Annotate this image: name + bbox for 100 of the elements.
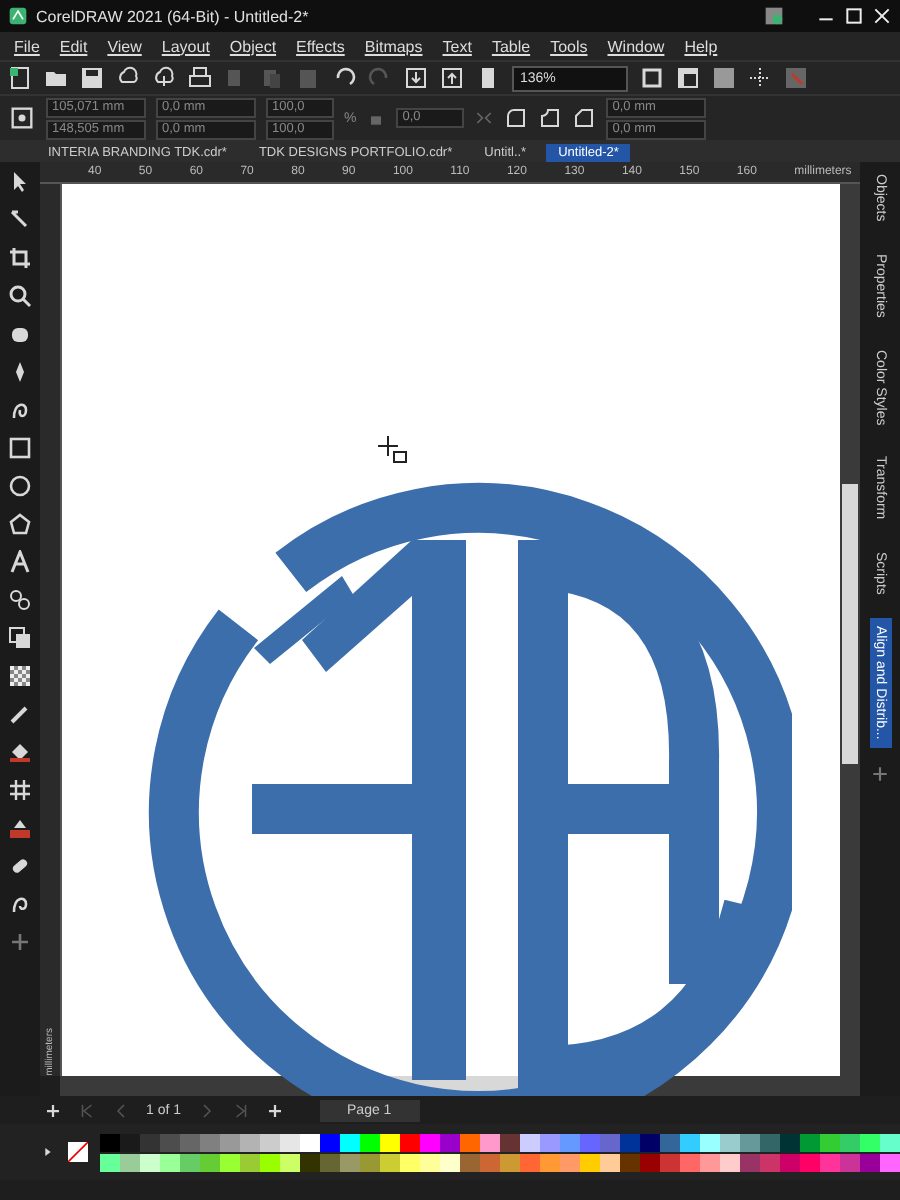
app-logo-icon[interactable] — [8, 6, 28, 26]
color-swatch[interactable] — [580, 1153, 600, 1171]
add-tool-icon[interactable] — [8, 930, 32, 954]
color-swatch[interactable] — [540, 1153, 560, 1171]
color-swatch[interactable] — [820, 1133, 840, 1151]
color-swatch[interactable] — [860, 1153, 880, 1171]
color-swatch[interactable] — [460, 1153, 480, 1171]
menu-item[interactable]: Effects — [286, 37, 355, 55]
menu-item[interactable]: Edit — [49, 37, 98, 55]
menu-item[interactable]: File — [4, 37, 50, 55]
color-swatch[interactable] — [220, 1133, 240, 1151]
color-swatch[interactable] — [640, 1153, 660, 1171]
corner-round-icon[interactable] — [504, 106, 529, 130]
full-screen-icon[interactable] — [640, 66, 664, 90]
color-swatch[interactable] — [100, 1133, 120, 1151]
color-swatch[interactable] — [800, 1133, 820, 1151]
pointer-icon[interactable] — [8, 170, 32, 194]
color-swatch[interactable] — [680, 1153, 700, 1171]
rectangle-icon[interactable] — [8, 436, 32, 460]
color-swatch[interactable] — [620, 1133, 640, 1151]
connector-icon[interactable] — [8, 588, 32, 612]
color-swatch[interactable] — [180, 1153, 200, 1171]
color-swatch[interactable] — [780, 1133, 800, 1151]
menu-item[interactable]: Help — [674, 37, 728, 55]
menu-item[interactable]: Window — [597, 37, 675, 55]
color-swatch[interactable] — [500, 1133, 520, 1151]
color-swatch[interactable] — [340, 1153, 360, 1171]
color-swatch[interactable] — [520, 1133, 540, 1151]
color-swatch[interactable] — [520, 1153, 540, 1171]
transparency-icon[interactable] — [8, 664, 32, 688]
color-swatch[interactable] — [720, 1133, 740, 1151]
color-swatch[interactable] — [360, 1153, 380, 1171]
color-swatch[interactable] — [700, 1133, 720, 1151]
color-swatch[interactable] — [260, 1133, 280, 1151]
color-swatch[interactable] — [140, 1153, 160, 1171]
color-swatch[interactable] — [820, 1153, 840, 1171]
color-swatch[interactable] — [760, 1153, 780, 1171]
menu-item[interactable]: Text — [432, 37, 482, 55]
color-swatch[interactable] — [340, 1133, 360, 1151]
color-swatch[interactable] — [160, 1153, 180, 1171]
close-icon[interactable] — [872, 6, 892, 26]
color-swatch[interactable] — [400, 1133, 420, 1151]
color-swatch[interactable] — [280, 1153, 300, 1171]
color-swatch[interactable] — [220, 1153, 240, 1171]
color-swatch[interactable] — [880, 1153, 900, 1171]
color-swatch[interactable] — [120, 1153, 140, 1171]
color-swatch[interactable] — [320, 1133, 340, 1151]
color-swatch[interactable] — [780, 1153, 800, 1171]
color-swatch[interactable] — [480, 1153, 500, 1171]
color-swatch[interactable] — [100, 1153, 120, 1171]
color-swatch[interactable] — [460, 1133, 480, 1151]
open-folder-icon[interactable] — [44, 66, 68, 90]
corner-chamfer-icon[interactable] — [572, 106, 597, 130]
spiral-icon[interactable] — [8, 892, 32, 916]
color-swatch[interactable] — [320, 1153, 340, 1171]
color-swatch[interactable] — [380, 1133, 400, 1151]
rulers-icon[interactable] — [676, 66, 700, 90]
new-document-icon[interactable] — [8, 66, 32, 90]
color-swatch[interactable] — [660, 1153, 680, 1171]
text-icon[interactable] — [8, 550, 32, 574]
fill-icon[interactable] — [8, 740, 32, 764]
eyedropper-icon[interactable] — [8, 702, 32, 726]
print-icon[interactable] — [188, 66, 212, 90]
color-swatch[interactable] — [740, 1133, 760, 1151]
color-swatch[interactable] — [700, 1153, 720, 1171]
color-swatch[interactable] — [200, 1153, 220, 1171]
vertical-scrollbar[interactable] — [840, 184, 860, 1076]
color-swatch[interactable] — [440, 1153, 460, 1171]
color-swatch[interactable] — [200, 1133, 220, 1151]
add-page-icon[interactable] — [265, 1101, 284, 1119]
color-swatch[interactable] — [300, 1153, 320, 1171]
save-icon[interactable] — [80, 66, 104, 90]
color-swatch[interactable] — [760, 1133, 780, 1151]
color-swatch[interactable] — [380, 1153, 400, 1171]
color-swatch[interactable] — [300, 1133, 320, 1151]
maximize-icon[interactable] — [844, 6, 864, 26]
add-page-icon[interactable] — [44, 1101, 62, 1119]
color-swatch[interactable] — [560, 1133, 580, 1151]
account-icon[interactable] — [764, 6, 784, 26]
color-swatch[interactable] — [360, 1133, 380, 1151]
color-swatch[interactable] — [580, 1133, 600, 1151]
palette-menu-icon[interactable] — [40, 1144, 56, 1160]
color-swatch[interactable] — [160, 1133, 180, 1151]
color-swatch[interactable] — [540, 1133, 560, 1151]
menu-item[interactable]: Layout — [151, 37, 220, 55]
color-swatch[interactable] — [500, 1153, 520, 1171]
color-swatch[interactable] — [660, 1133, 680, 1151]
color-swatch[interactable] — [740, 1153, 760, 1171]
grid-icon[interactable] — [8, 778, 32, 802]
color-swatch[interactable] — [180, 1133, 200, 1151]
color-swatch[interactable] — [420, 1133, 440, 1151]
color-swatch[interactable] — [840, 1153, 860, 1171]
color-swatch[interactable] — [440, 1133, 460, 1151]
export-icon[interactable] — [440, 66, 464, 90]
color-swatch[interactable] — [720, 1153, 740, 1171]
mirror-icon[interactable] — [474, 108, 495, 128]
color-swatch[interactable] — [400, 1153, 420, 1171]
color-swatch[interactable] — [840, 1133, 860, 1151]
smart-fill-icon[interactable] — [8, 816, 32, 840]
drop-shadow-icon[interactable] — [8, 626, 32, 650]
